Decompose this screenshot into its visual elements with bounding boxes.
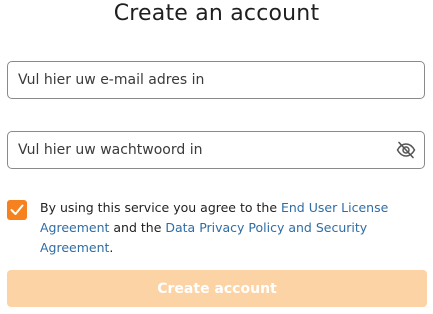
email-field-container[interactable] — [7, 61, 425, 99]
password-field[interactable] — [8, 132, 424, 168]
create-account-button[interactable]: Create account — [7, 270, 427, 307]
consent-checkbox[interactable] — [7, 200, 27, 220]
eye-slash-icon[interactable] — [396, 141, 416, 159]
consent-text-after: . — [109, 240, 114, 255]
checkmark-icon — [10, 204, 24, 215]
consent-text-before: By using this service you agree to the — [40, 200, 281, 215]
password-field-container[interactable] — [7, 131, 425, 169]
consent-text: By using this service you agree to the E… — [40, 198, 430, 258]
consent-text-middle: and the — [109, 220, 166, 235]
page-title: Create an account — [113, 1, 320, 26]
email-field[interactable] — [8, 62, 424, 98]
